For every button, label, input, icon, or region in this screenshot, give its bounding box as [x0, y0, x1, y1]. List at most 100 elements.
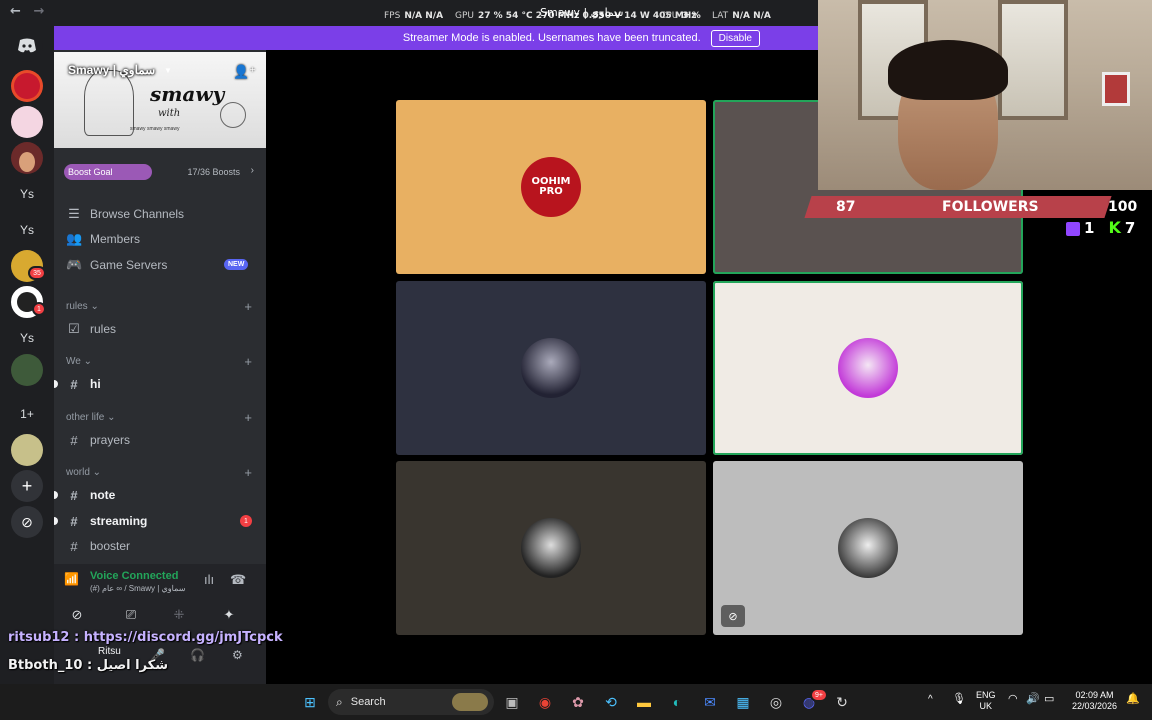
store-icon[interactable]: ▦: [733, 692, 753, 712]
participant-tile[interactable]: [713, 281, 1023, 455]
server-avatar-icon[interactable]: [11, 142, 43, 174]
channel-streaming[interactable]: # streaming: [66, 511, 147, 531]
add-channel-icon[interactable]: +: [244, 299, 252, 314]
tray-mic-icon[interactable]: 🎙: [952, 694, 966, 705]
server-landscape-icon[interactable]: [11, 354, 43, 386]
add-channel-icon[interactable]: +: [244, 465, 252, 480]
server-name[interactable]: Smawy | سماوي: [68, 63, 155, 77]
voice-location[interactable]: (#) عام ∞ / Smawy | سماوي: [90, 584, 185, 593]
hash-icon: #: [70, 487, 78, 503]
category-rules[interactable]: rules ⌄: [66, 301, 99, 312]
server-banner[interactable]: smawy with smawy smawy smawy Smawy | سما…: [54, 52, 266, 148]
chevron-down-icon[interactable]: ▼: [164, 66, 172, 75]
channel-note[interactable]: # note: [66, 485, 115, 505]
browse-channels[interactable]: ☰ Browse Channels: [66, 204, 184, 224]
copilot-icon[interactable]: ✿: [568, 692, 588, 712]
app-icon[interactable]: ↻: [832, 692, 852, 712]
username[interactable]: Ritsu: [98, 646, 121, 657]
battery-icon[interactable]: ▭: [1044, 694, 1054, 705]
participant-tile[interactable]: [396, 281, 706, 455]
screen-share-icon[interactable]: ⎚: [110, 604, 152, 626]
participant-avatar: OOHIM PRO: [521, 157, 581, 217]
participant-tile[interactable]: ⊘: [713, 461, 1023, 635]
channel-prayers[interactable]: # prayers: [66, 430, 130, 450]
camera-off-icon[interactable]: ⊘: [56, 604, 98, 626]
category-we[interactable]: We ⌄: [66, 356, 92, 367]
vscode-icon[interactable]: ⟲: [601, 692, 621, 712]
task-view-icon[interactable]: ▣: [502, 692, 522, 712]
file-explorer-icon[interactable]: ▬: [634, 692, 654, 712]
settings-gear-icon[interactable]: ⚙: [232, 648, 243, 662]
channel-sidebar: smawy with smawy smawy smawy Smawy | سما…: [54, 50, 266, 684]
wifi-icon[interactable]: ◠: [1008, 694, 1018, 705]
participant-tile[interactable]: OOHIM PRO: [396, 100, 706, 274]
forward-arrow-icon[interactable]: →: [33, 4, 44, 19]
clock[interactable]: 02:09 AM 22/03/2026: [1072, 690, 1117, 712]
channel-rules[interactable]: ☑ rules: [66, 319, 116, 339]
hash-icon: #: [70, 376, 78, 392]
windows-start-icon[interactable]: ⊞: [300, 692, 320, 712]
participant-tile[interactable]: [396, 461, 706, 635]
members[interactable]: 👥 Members: [66, 229, 140, 249]
game-servers[interactable]: 🎮 Game Servers NEW: [66, 255, 256, 275]
channel-hi[interactable]: # hi: [66, 374, 100, 394]
channel-booster[interactable]: # booster: [66, 536, 130, 556]
server-ys-2[interactable]: Ys: [11, 214, 43, 246]
volume-icon[interactable]: 🔊: [1026, 694, 1040, 705]
disable-streamer-mode-button[interactable]: Disable: [710, 29, 760, 47]
rules-check-icon: ☑: [68, 321, 80, 336]
server-rail: Ys Ys 35 1 Ys 1+ + ⊘: [0, 26, 54, 684]
twitch-icon: [1066, 221, 1080, 236]
add-channel-icon[interactable]: +: [244, 354, 252, 369]
taskbar-search[interactable]: ⌕ Search: [328, 689, 494, 715]
wall-frame: [1102, 72, 1130, 106]
category-other-life[interactable]: other life ⌄: [66, 412, 116, 423]
headphones-icon[interactable]: 🎧: [190, 648, 205, 662]
chat-line-1: ritsub12 : https://discord.gg/jmJTcpck: [8, 630, 283, 645]
language-indicator[interactable]: ENG UK: [976, 690, 996, 712]
banner-handles: smawy smawy smawy: [130, 126, 180, 132]
soundboard-icon[interactable]: ✦: [208, 604, 250, 626]
server-1plus[interactable]: 1+: [11, 398, 43, 430]
server-sandwich-icon[interactable]: [11, 434, 43, 466]
tray-chevron-icon[interactable]: ^: [928, 694, 933, 705]
discover-compass-icon[interactable]: ⊘: [11, 506, 43, 538]
noise-suppression-icon[interactable]: ılı: [204, 572, 214, 587]
invite-people-icon[interactable]: 👤⁺: [233, 64, 256, 80]
add-channel-icon[interactable]: +: [244, 410, 252, 425]
video-off-icon[interactable]: ⊘: [721, 605, 745, 627]
unread-indicator: [54, 380, 58, 388]
chevron-right-icon: ›: [250, 165, 254, 176]
disconnect-icon[interactable]: ☎: [230, 572, 246, 588]
server-oohim-icon[interactable]: [11, 70, 43, 102]
discord-badge: 9+: [810, 688, 828, 702]
activities-icon[interactable]: ⁜: [158, 604, 200, 626]
signal-icon[interactable]: 📶: [64, 572, 79, 586]
chat-line-2: Btboth_10 : شكرا اصيل: [8, 658, 169, 673]
server-anime-icon[interactable]: [11, 106, 43, 138]
outlook-icon[interactable]: ✉: [700, 692, 720, 712]
add-server-icon[interactable]: +: [11, 470, 43, 502]
taskbar: ⊞ ⌕ Search ▣ ◉ ✿ ⟲ ▬ ◐ ✉ ▦ ◎ ◍ 9+ ↻ ^ 🎙 …: [0, 684, 1152, 720]
chrome-icon[interactable]: ◉: [535, 692, 555, 712]
new-badge: NEW: [224, 259, 249, 270]
window-image: [998, 0, 1068, 120]
server-ys-1[interactable]: Ys: [11, 178, 43, 210]
unread-indicator: [54, 491, 58, 499]
boost-count: 17/36 Boosts: [187, 167, 240, 177]
boost-goal[interactable]: Boost Goal 17/36 Boosts ›: [64, 161, 254, 181]
back-arrow-icon[interactable]: ←: [10, 4, 21, 19]
voice-status[interactable]: Voice Connected: [90, 570, 178, 582]
server-ys-3[interactable]: Ys: [11, 322, 43, 354]
edge-icon[interactable]: ◐: [667, 692, 687, 712]
streamer-mode-banner: Streamer Mode is enabled. Usernames have…: [54, 26, 820, 50]
discord-home-icon[interactable]: [11, 30, 43, 62]
category-world[interactable]: world ⌄: [66, 467, 101, 478]
obs-icon[interactable]: ◎: [766, 692, 786, 712]
history-nav: ← →: [10, 4, 52, 19]
search-icon: ⌕: [336, 694, 343, 709]
notification-bell-icon[interactable]: 🔔: [1126, 694, 1140, 705]
hash-icon: #: [70, 513, 78, 529]
browse-icon: ☰: [68, 206, 80, 221]
kick-count: 7: [1124, 219, 1136, 237]
